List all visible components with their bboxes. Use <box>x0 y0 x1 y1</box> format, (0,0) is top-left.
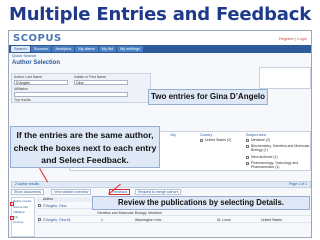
register-login-links[interactable]: Register | Login <box>279 36 307 41</box>
scopus-logo[interactable]: SCOPUS <box>13 33 62 44</box>
tab-search[interactable]: Search <box>11 46 30 52</box>
results-actions: Show documents View citation overview Fe… <box>11 189 311 195</box>
citation-overview-button[interactable]: View citation overview <box>51 189 92 195</box>
last-name-label: Author Last Name <box>14 75 43 79</box>
last-name-field[interactable]: D'Angelo <box>14 80 68 85</box>
table-row-subject: Genetics and Molecular Biology; Medicine <box>37 210 311 216</box>
affiliation-value: Washington Univ <box>135 218 162 222</box>
subject-option-4: Pharmacology, Toxicology and Pharmaceuti… <box>251 161 299 169</box>
row-subject: Genetics and Molecular Biology; Medicine <box>97 211 163 215</box>
callout-same-author: If the entries are the same author, chec… <box>10 126 160 168</box>
results-line: Top results <box>14 98 31 102</box>
subject-checkbox-1[interactable] <box>246 139 249 142</box>
top-bar: SCOPUS Register | Login <box>9 31 311 45</box>
col-subject-area: Subject area <box>246 133 266 137</box>
page-info: Page 1 of 1 <box>289 182 307 186</box>
subject-option-2: Biochemistry, Genetics and Molecular Bio… <box>251 144 310 152</box>
first-name-label: Initials or First Name <box>74 75 107 79</box>
affiliation-label: Affiliation <box>14 87 29 91</box>
author-name-link[interactable]: D'Angelo, Gina M. <box>43 217 71 223</box>
refine-panel: Refine results Source title Affiliation … <box>11 197 35 237</box>
city-value: St. Louis <box>217 218 231 222</box>
country-value: United States <box>261 218 283 222</box>
callout-review-details: Review the publications by selecting Det… <box>92 196 310 210</box>
merge-authors-button[interactable]: Request to merge authors <box>135 189 182 195</box>
slide-title: Multiple Entries and Feedback <box>8 4 311 25</box>
tab-sources[interactable]: Sources <box>30 46 52 52</box>
callout-line-1: If the entries are the same author, <box>16 130 154 140</box>
row-checkbox[interactable] <box>38 218 41 221</box>
checkbox-highlight <box>10 202 14 206</box>
row-checkbox[interactable] <box>38 204 41 207</box>
refine-item-2[interactable]: Affiliation <box>13 210 25 214</box>
subject-checkbox-3[interactable] <box>246 156 249 159</box>
country-checkbox[interactable] <box>200 139 203 142</box>
tab-my-alerts[interactable]: My alerts <box>75 46 98 52</box>
table-row: D'Angelo, Gina M. 1 Washington Univ St. … <box>37 217 311 223</box>
callout-line-3: and Select Feedback. <box>41 155 129 165</box>
doc-count[interactable]: 1 <box>101 217 103 223</box>
tab-my-settings[interactable]: My settings <box>116 46 144 52</box>
show-documents-button[interactable]: Show documents <box>11 189 44 195</box>
subject-checkbox-2[interactable] <box>246 145 249 148</box>
col-country: Country <box>200 133 213 137</box>
header-author: Author <box>43 197 54 201</box>
results-bar: 2 author results <box>11 181 311 188</box>
tab-my-list[interactable]: My list <box>98 46 116 52</box>
refine-item-4[interactable]: Country <box>13 220 24 224</box>
refine-item-1[interactable]: Source title <box>13 205 28 209</box>
side-info-panel <box>259 67 311 89</box>
subject-option-3: Neuroscience (1) <box>251 155 278 159</box>
main-nav: Search Sources Analytics My alerts My li… <box>9 45 311 53</box>
author-name-link[interactable]: D'Angelo, Gina <box>43 203 66 209</box>
callout-two-entries: Two entries for Gina D’Angelo <box>148 89 268 105</box>
col-city: City <box>170 133 177 137</box>
first-name-field[interactable]: Gina <box>74 80 128 85</box>
subject-option-1: Medicine (2) <box>251 138 271 142</box>
author-search-form: Author Last Name Initials or First Name … <box>11 73 151 103</box>
subject-checkbox-4[interactable] <box>246 162 249 165</box>
affiliation-field[interactable] <box>14 92 128 97</box>
country-option: United States (2) <box>205 138 232 142</box>
checkbox-highlight <box>10 216 14 220</box>
section-title: Author Selection <box>12 60 61 66</box>
callout-line-2: check the boxes next to each entry <box>13 142 157 153</box>
tab-analytics[interactable]: Analytics <box>52 46 75 52</box>
refine-title: Refine results <box>13 199 32 203</box>
